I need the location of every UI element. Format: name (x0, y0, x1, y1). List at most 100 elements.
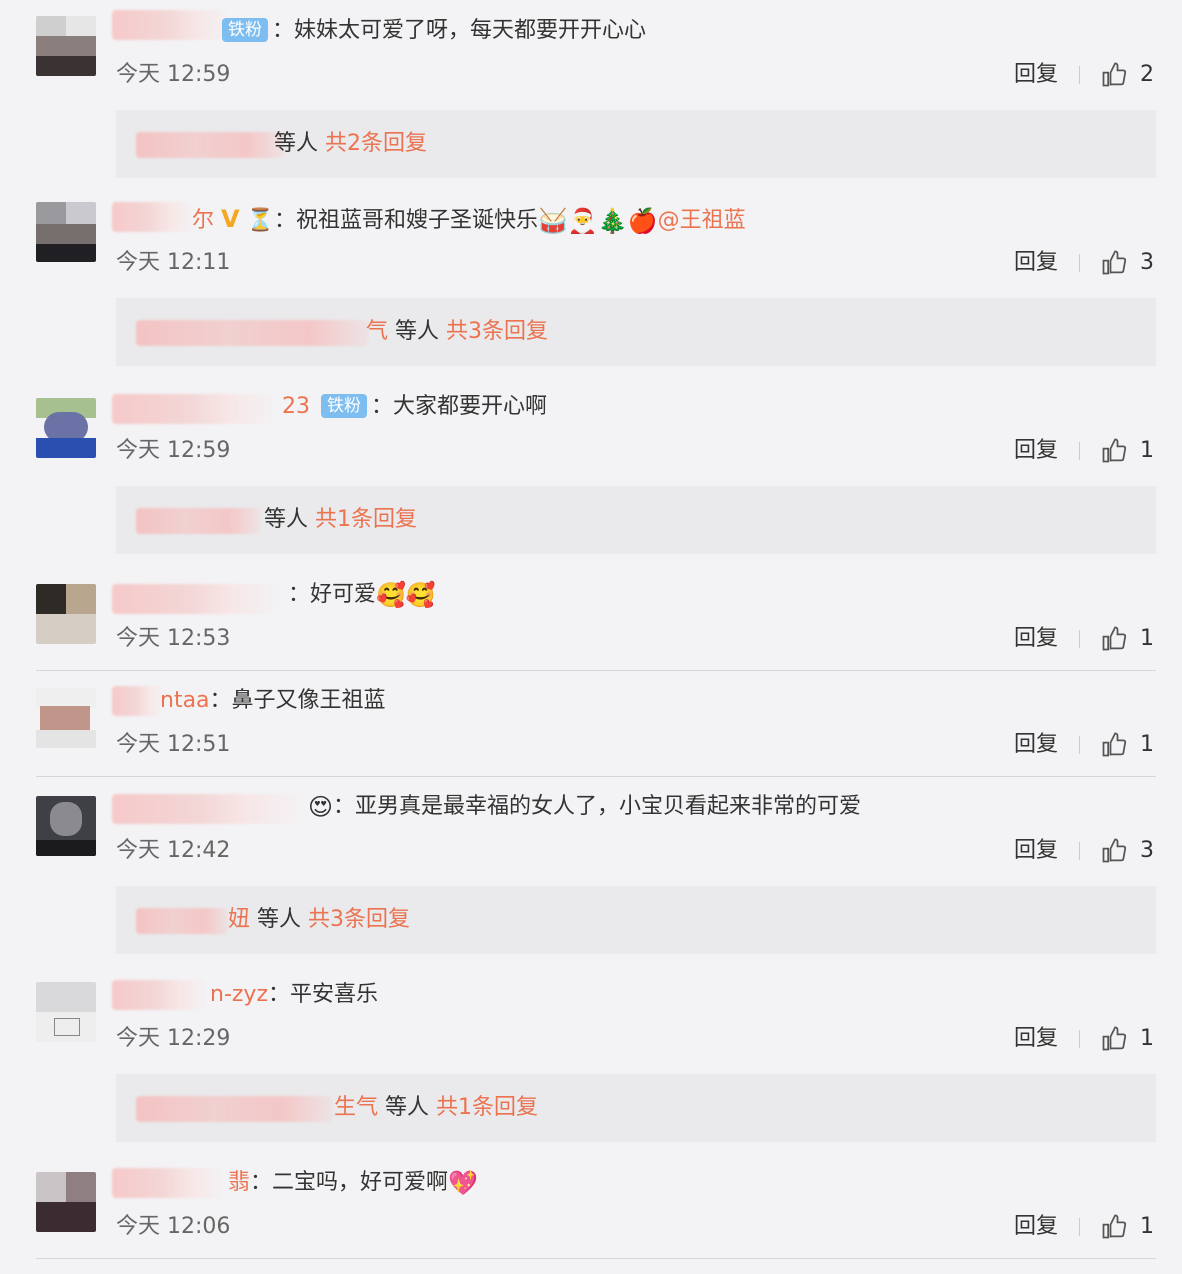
thumbs-up-icon (1102, 626, 1127, 651)
reply-count-link[interactable]: 共1条回复 (436, 1095, 538, 1120)
comment-text: ：亚男真是最幸福的女人了，小宝贝看起来非常的可爱 (333, 794, 862, 819)
drum-emoji-icon: 🥁 (538, 207, 568, 235)
replier-fragment[interactable]: 生气 (334, 1095, 378, 1120)
username-blurred[interactable] (112, 1168, 224, 1198)
avatar[interactable] (36, 398, 96, 458)
comment-text: ：好可爱 (288, 582, 377, 607)
reply-count-link[interactable]: 共3条回复 (308, 907, 410, 932)
username-blurred[interactable] (112, 394, 278, 424)
replier-fragment[interactable]: 妞 (228, 907, 250, 932)
comment-text: ：平安喜乐 (268, 982, 379, 1007)
username-fragment[interactable]: 尔 (192, 208, 214, 233)
like-button[interactable]: 1 (1100, 730, 1154, 760)
thumbs-up-icon (1102, 62, 1127, 87)
comment-text: ：鼻子又像王祖蓝 (209, 688, 386, 713)
username-fragment[interactable]: 23 (282, 394, 310, 419)
comment-text: ：祝祖蓝哥和嫂子圣诞快乐 (274, 208, 539, 233)
username-fragment[interactable]: ntaa (160, 688, 210, 713)
like-count: 3 (1140, 250, 1154, 275)
like-button[interactable]: 1 (1100, 436, 1154, 466)
like-button[interactable]: 2 (1100, 60, 1154, 90)
reply-count-link[interactable]: 共1条回复 (315, 507, 417, 532)
divider (1079, 1030, 1080, 1048)
fan-badge: 铁粉 (321, 394, 367, 418)
comment-divider (36, 776, 1156, 777)
username-blurred[interactable] (112, 10, 232, 40)
like-count: 2 (1140, 62, 1154, 87)
username-blurred[interactable] (112, 794, 302, 824)
comment-time: 今天 12:06 (116, 1214, 231, 1239)
avatar[interactable] (36, 796, 96, 856)
comment-text: ：妹妹太可爱了呀，每天都要开开心心 (272, 18, 647, 43)
sub-replies[interactable]: 妞 等人 共3条回复 (116, 886, 1156, 954)
replies-others: 等人 (395, 319, 440, 344)
username-fragment[interactable]: 翡 (228, 1170, 250, 1195)
sub-replies[interactable]: 等人 共2条回复 (116, 110, 1156, 178)
comment-time: 今天 12:59 (116, 62, 231, 87)
avatar[interactable] (36, 688, 96, 748)
reply-count-link[interactable]: 共3条回复 (446, 319, 548, 344)
verified-v-icon: V (221, 205, 240, 233)
comment-divider (36, 1258, 1156, 1259)
divider (1079, 842, 1080, 860)
username-fragment[interactable]: n-zyz (210, 982, 268, 1007)
like-count: 1 (1140, 1026, 1154, 1051)
replier-names-blurred (136, 908, 228, 934)
username-blurred[interactable] (112, 584, 280, 614)
replier-names-blurred (136, 1096, 332, 1122)
like-button[interactable]: 1 (1100, 624, 1154, 654)
avatar[interactable] (36, 16, 96, 76)
comment-time: 今天 12:51 (116, 732, 231, 757)
replier-fragment[interactable]: 气 (366, 319, 388, 344)
reply-button[interactable]: 回复 (1014, 248, 1058, 278)
comment-time: 今天 12:11 (116, 250, 231, 275)
thumbs-up-icon (1102, 250, 1127, 275)
hourglass-badge-icon: ⏳ (246, 208, 274, 233)
like-button[interactable]: 1 (1100, 1212, 1154, 1242)
replier-fragment: 等 (274, 131, 297, 156)
sub-replies[interactable]: 生气 等人 共1条回复 (116, 1074, 1156, 1142)
thumbs-up-icon (1102, 1214, 1127, 1239)
reply-button[interactable]: 回复 (1014, 1024, 1058, 1054)
avatar[interactable] (36, 1172, 96, 1232)
avatar[interactable] (36, 202, 96, 262)
comment-time: 今天 12:29 (116, 1026, 231, 1051)
fan-badge: 铁粉 (222, 18, 268, 42)
divider (1079, 1218, 1080, 1236)
avatar[interactable] (36, 982, 96, 1042)
like-button[interactable]: 3 (1100, 248, 1154, 278)
sub-replies[interactable]: 气 等人 共3条回复 (116, 298, 1156, 366)
reply-button[interactable]: 回复 (1014, 436, 1058, 466)
username-blurred[interactable] (112, 202, 194, 232)
reply-button[interactable]: 回复 (1014, 60, 1058, 90)
replies-others: 等人 (257, 907, 302, 932)
reply-button[interactable]: 回复 (1014, 730, 1058, 760)
replier-names-blurred (136, 320, 368, 346)
avatar[interactable] (36, 584, 96, 644)
like-count: 3 (1140, 838, 1154, 863)
comment-time: 今天 12:42 (116, 838, 231, 863)
reply-button[interactable]: 回复 (1014, 1212, 1058, 1242)
mention-link[interactable]: @王祖蓝 (658, 208, 746, 233)
reply-button[interactable]: 回复 (1014, 836, 1058, 866)
hugging-emoji-icon: 🥰 (376, 581, 406, 609)
divider (1079, 66, 1080, 84)
like-count: 1 (1140, 1214, 1154, 1239)
comment-divider (36, 670, 1156, 671)
thumbs-up-icon (1102, 838, 1127, 863)
replies-others: 等人 (385, 1095, 430, 1120)
replier-names-blurred (136, 508, 260, 534)
divider (1079, 630, 1080, 648)
username-blurred[interactable] (112, 686, 164, 716)
like-button[interactable]: 1 (1100, 1024, 1154, 1054)
reply-button[interactable]: 回复 (1014, 624, 1058, 654)
reply-count-link[interactable]: 共2条回复 (325, 131, 427, 156)
like-button[interactable]: 3 (1100, 836, 1154, 866)
divider (1079, 254, 1080, 272)
like-count: 1 (1140, 732, 1154, 757)
sub-replies[interactable]: 等人 共1条回复 (116, 486, 1156, 554)
username-blurred[interactable] (112, 980, 208, 1010)
apple-emoji-icon: 🍎 (627, 207, 658, 235)
divider (1079, 736, 1080, 754)
thumbs-up-icon (1102, 732, 1127, 757)
